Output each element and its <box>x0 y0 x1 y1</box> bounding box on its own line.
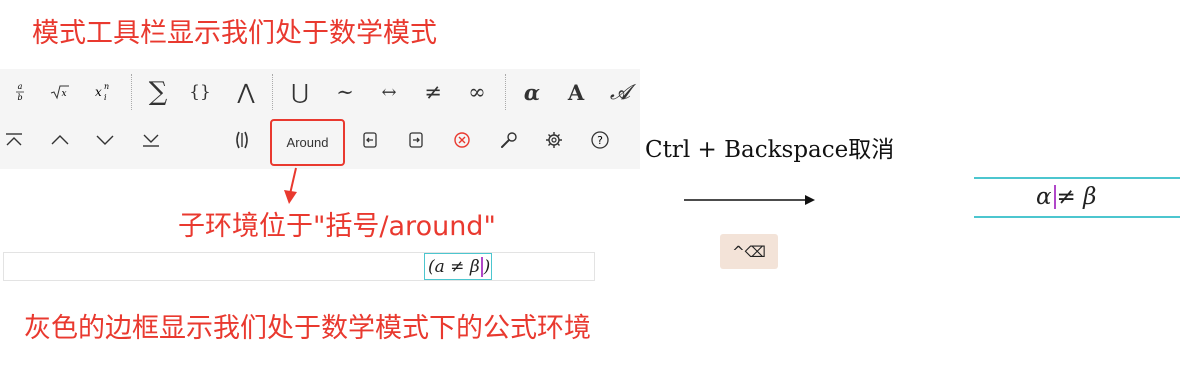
svg-text:x: x <box>95 85 102 99</box>
braces-button[interactable]: {} <box>180 70 220 114</box>
formula-close-paren: ) <box>483 256 491 277</box>
annotation-around-env: 子环境位于"括号/around" <box>178 211 496 242</box>
result-alpha: α <box>1036 184 1052 210</box>
toolbar-separator <box>272 74 273 110</box>
sum-button[interactable]: ∑ <box>138 70 178 114</box>
gear-button[interactable] <box>534 118 574 162</box>
math-editor-field[interactable] <box>3 252 595 281</box>
script-a-button[interactable]: 𝓐 <box>600 70 640 114</box>
leftrightarrow-button[interactable]: ↔ <box>369 70 409 114</box>
keyboard-shortcut-badge: ^⌫ <box>720 234 778 269</box>
gear-icon <box>546 132 562 148</box>
subsup-button[interactable]: x n i <box>82 70 122 114</box>
result-rest: ≠ β <box>1056 184 1097 210</box>
greek-alpha-button[interactable]: α <box>512 70 552 114</box>
help-button[interactable]: ? <box>580 118 620 162</box>
toolbar-separator <box>505 74 506 110</box>
shortcut-description: Ctrl + Backspace取消 <box>645 137 895 163</box>
overline-bar-icon <box>6 133 22 146</box>
delete-button[interactable] <box>442 118 482 162</box>
tilde-button[interactable]: ∼ <box>325 70 365 114</box>
result-border-top <box>974 177 1180 179</box>
union-button[interactable]: ⋃ <box>280 70 320 114</box>
underline-chevron-icon <box>143 134 159 147</box>
infinity-button[interactable]: ∞ <box>457 70 497 114</box>
subsup-icon: x n i <box>95 82 109 102</box>
svg-text:i: i <box>104 93 107 102</box>
chevron-up-button[interactable] <box>40 118 80 162</box>
paren-button[interactable] <box>222 118 262 162</box>
underline-button[interactable] <box>131 118 171 162</box>
fraction-icon: a b <box>16 82 24 102</box>
cursor-caret <box>480 256 483 277</box>
settings-wrench-button[interactable] <box>488 118 528 162</box>
paren-icon <box>236 131 248 149</box>
transition-arrow <box>684 195 815 205</box>
svg-text:?: ? <box>597 134 603 147</box>
delete-x-icon <box>454 132 470 148</box>
toolbar-row-1: a b x x n i ∑ {} ⋀ ⋃ ∼ ↔ ≠ ∞ α A 𝓐 <box>0 70 640 114</box>
bold-a-button[interactable]: A <box>556 70 596 114</box>
formula-environment[interactable]: (a ≠ β) <box>424 253 492 280</box>
enter-left-button[interactable] <box>350 118 390 162</box>
exit-right-button[interactable] <box>396 118 436 162</box>
formula-text: (a ≠ β <box>428 256 480 277</box>
sqrt-button[interactable]: x <box>40 70 80 114</box>
result-formula: α ≠ β <box>1036 182 1096 212</box>
result-border-bottom <box>974 216 1180 218</box>
fraction-button[interactable]: a b <box>0 70 40 114</box>
annotation-arrow <box>284 167 297 204</box>
enter-left-icon <box>363 132 377 148</box>
sqrt-icon: x <box>50 85 69 100</box>
help-icon: ? <box>591 131 609 149</box>
chevron-up-icon <box>51 135 69 145</box>
svg-text:a: a <box>18 82 23 91</box>
annotation-toolbar-mode: 模式工具栏显示我们处于数学模式 <box>32 18 437 49</box>
svg-text:n: n <box>104 82 109 91</box>
toolbar-separator <box>131 74 132 110</box>
exit-right-icon <box>409 132 423 148</box>
annotation-gray-border: 灰色的边框显示我们处于数学模式下的公式环境 <box>24 313 591 344</box>
neq-button[interactable]: ≠ <box>413 70 453 114</box>
svg-text:b: b <box>17 93 22 102</box>
result-cursor-caret <box>1053 185 1056 209</box>
overline-button[interactable] <box>0 118 34 162</box>
chevron-down-icon <box>96 135 114 145</box>
around-button[interactable]: Around <box>270 119 345 166</box>
svg-text:x: x <box>61 89 66 99</box>
wedge-button[interactable]: ⋀ <box>226 70 266 114</box>
wrench-icon <box>501 132 517 148</box>
chevron-down-button[interactable] <box>85 118 125 162</box>
